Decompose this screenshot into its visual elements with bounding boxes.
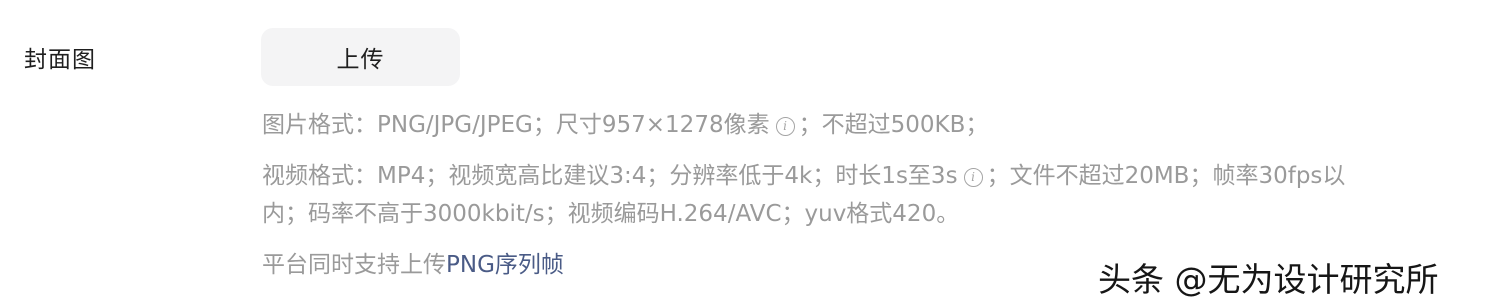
- image-format-hint: 图片格式：PNG/JPG/JPEG；尺寸957×1278像素 i ；不超过500KB…: [262, 105, 988, 139]
- image-size-limit-text: ；不超过500KB；: [798, 112, 989, 138]
- watermark: 头条 @无为设计研究所: [1098, 260, 1439, 299]
- upload-button[interactable]: 上传: [261, 28, 460, 86]
- image-format-text: 图片格式：PNG/JPG/JPEG；尺寸957×1278像素: [262, 112, 770, 138]
- video-format-hint-continued: 内；码率不高于3000kbit/s；视频编码H.264/AVC；yuv格式420…: [262, 201, 960, 227]
- video-format-hint: 视频格式：MP4；视频宽高比建议3:4；分辨率低于4k；时长1s至3s i ；文件不…: [262, 156, 1345, 190]
- cover-upload-form: 封面图 上传 图片格式：PNG/JPG/JPEG；尺寸957×1278像素 i ；不…: [0, 0, 1500, 305]
- png-sequence-link[interactable]: PNG序列帧: [446, 252, 564, 278]
- info-icon[interactable]: i: [963, 168, 983, 187]
- platform-support-hint: 平台同时支持上传PNG序列帧: [262, 245, 564, 279]
- platform-support-text: 平台同时支持上传: [262, 252, 446, 278]
- info-icon[interactable]: i: [775, 117, 795, 136]
- video-format-text: 视频格式：MP4；视频宽高比建议3:4；分辨率低于4k；时长1s至3s: [262, 163, 958, 189]
- cover-image-label: 封面图: [24, 47, 96, 73]
- video-limit-text: ；文件不超过20MB；帧率30fps以: [986, 163, 1346, 189]
